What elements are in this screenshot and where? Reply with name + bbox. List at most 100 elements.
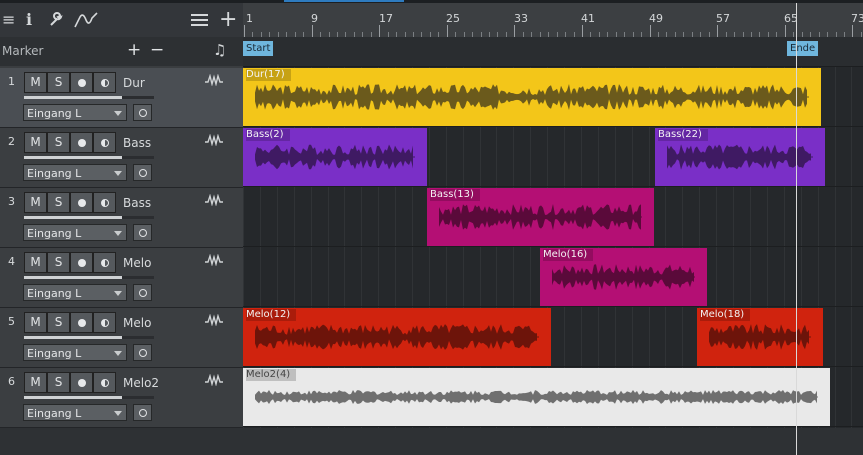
- mute-button[interactable]: M: [24, 312, 47, 333]
- start-marker[interactable]: Start: [243, 41, 274, 56]
- track-name[interactable]: Bass: [123, 136, 151, 150]
- mute-button[interactable]: M: [24, 72, 47, 93]
- record-arm-button[interactable]: [70, 372, 93, 393]
- mute-button[interactable]: M: [24, 192, 47, 213]
- input-select[interactable]: Eingang L: [23, 404, 127, 421]
- add-track-icon[interactable]: +: [219, 3, 237, 37]
- monitor-button[interactable]: [93, 192, 116, 213]
- audio-event[interactable]: Bass(2): [243, 128, 427, 186]
- solo-button[interactable]: S: [47, 252, 70, 273]
- track-header[interactable]: 4 M S Melo Eingang L: [0, 248, 243, 308]
- input-monitor-button[interactable]: [133, 164, 152, 181]
- audio-event[interactable]: Bass(22): [655, 128, 825, 186]
- solo-button[interactable]: S: [47, 132, 70, 153]
- track-header[interactable]: 5 M S Melo Eingang L: [0, 308, 243, 368]
- audio-event-name: Bass(2): [246, 129, 290, 141]
- playhead-cursor[interactable]: [796, 3, 797, 455]
- solo-button[interactable]: S: [47, 312, 70, 333]
- volume-fader[interactable]: [24, 396, 154, 399]
- track-number: 1: [8, 75, 15, 88]
- record-arm-button[interactable]: [70, 312, 93, 333]
- info-icon[interactable]: i: [26, 3, 32, 37]
- ruler-tick: [244, 25, 245, 37]
- mute-button[interactable]: M: [24, 372, 47, 393]
- monitor-button[interactable]: [93, 132, 116, 153]
- solo-button[interactable]: S: [47, 372, 70, 393]
- audio-event[interactable]: Melo2(4): [243, 368, 830, 426]
- left-bottom-strip: [0, 428, 243, 455]
- list-icon[interactable]: [191, 3, 208, 39]
- input-select-value: Eingang L: [27, 347, 82, 360]
- volume-fader[interactable]: [24, 216, 154, 219]
- input-select[interactable]: Eingang L: [23, 344, 127, 361]
- chevron-down-icon: [114, 171, 122, 176]
- audio-event[interactable]: Melo(16): [540, 248, 707, 306]
- waveform: [709, 324, 811, 350]
- remove-marker-button[interactable]: −: [150, 40, 164, 60]
- audio-event[interactable]: Bass(13): [427, 188, 654, 246]
- wrench-icon[interactable]: [48, 3, 64, 40]
- monitor-button[interactable]: [93, 72, 116, 93]
- audio-event[interactable]: Dur(17): [243, 68, 821, 126]
- audio-event[interactable]: Melo(12): [243, 308, 551, 366]
- record-arm-button[interactable]: [70, 132, 93, 153]
- track-header[interactable]: 2 M S Bass Eingang L: [0, 128, 243, 188]
- input-select[interactable]: Eingang L: [23, 164, 127, 181]
- waveform: [439, 204, 642, 230]
- track-name[interactable]: Melo: [123, 256, 151, 270]
- input-select[interactable]: Eingang L: [23, 224, 127, 241]
- marker-track-header: Marker + − ♫: [0, 37, 243, 66]
- audio-event[interactable]: Melo(18): [697, 308, 823, 366]
- track-name[interactable]: Melo2: [123, 376, 159, 390]
- audio-event-name: Bass(22): [658, 129, 708, 141]
- active-indicator: [284, 0, 404, 2]
- track-name[interactable]: Dur: [123, 76, 145, 90]
- input-select[interactable]: Eingang L: [23, 104, 127, 121]
- input-monitor-button[interactable]: [133, 104, 152, 121]
- input-select-value: Eingang L: [27, 107, 82, 120]
- track-number: 5: [8, 315, 15, 328]
- input-select[interactable]: Eingang L: [23, 284, 127, 301]
- menu-icon[interactable]: ≡: [2, 3, 15, 37]
- mute-button[interactable]: M: [24, 132, 47, 153]
- ruler-tick: [650, 25, 651, 37]
- track-header[interactable]: 6 M S Melo2 Eingang L: [0, 368, 243, 428]
- grid-line: [851, 67, 852, 428]
- lane-separator: [243, 246, 863, 247]
- record-arm-button[interactable]: [70, 72, 93, 93]
- monitor-button[interactable]: [93, 372, 116, 393]
- solo-button[interactable]: S: [47, 72, 70, 93]
- track-header[interactable]: 3 M S Bass Eingang L: [0, 188, 243, 248]
- track-name[interactable]: Bass: [123, 196, 151, 210]
- volume-fader[interactable]: [24, 156, 154, 159]
- ruler-tick: [447, 25, 448, 37]
- volume-fader[interactable]: [24, 276, 154, 279]
- solo-button[interactable]: S: [47, 192, 70, 213]
- chevron-down-icon: [114, 411, 122, 416]
- track-header[interactable]: 1 M S Dur Eingang L: [0, 68, 243, 128]
- mute-button[interactable]: M: [24, 252, 47, 273]
- input-monitor-button[interactable]: [133, 344, 152, 361]
- monitor-button[interactable]: [93, 252, 116, 273]
- input-monitor-button[interactable]: [133, 284, 152, 301]
- music-note-icon[interactable]: ♫: [213, 41, 226, 59]
- timeline-ruler[interactable]: 1 9 17 25 33 41 49 57 65 73: [243, 3, 863, 38]
- input-monitor-button[interactable]: [133, 224, 152, 241]
- input-monitor-button[interactable]: [133, 404, 152, 421]
- marker-lane: Start Ende: [243, 37, 863, 67]
- end-marker[interactable]: Ende: [787, 41, 819, 56]
- ruler-bar-number: 17: [379, 12, 393, 25]
- arrangement-area[interactable]: Dur(17) Bass(2) Bass(22) Bass(13) Melo(16) Me…: [243, 67, 863, 428]
- track-name[interactable]: Melo: [123, 316, 151, 330]
- volume-fader[interactable]: [24, 96, 154, 99]
- audio-event-name: Bass(13): [430, 189, 480, 201]
- add-marker-button[interactable]: +: [127, 40, 141, 60]
- automation-curve-icon[interactable]: [74, 3, 98, 40]
- monitor-button[interactable]: [93, 312, 116, 333]
- ruler-bar-number: 9: [311, 12, 318, 25]
- waveform-icon: [205, 134, 223, 146]
- record-arm-button[interactable]: [70, 192, 93, 213]
- input-select-value: Eingang L: [27, 227, 82, 240]
- record-arm-button[interactable]: [70, 252, 93, 273]
- volume-fader[interactable]: [24, 336, 154, 339]
